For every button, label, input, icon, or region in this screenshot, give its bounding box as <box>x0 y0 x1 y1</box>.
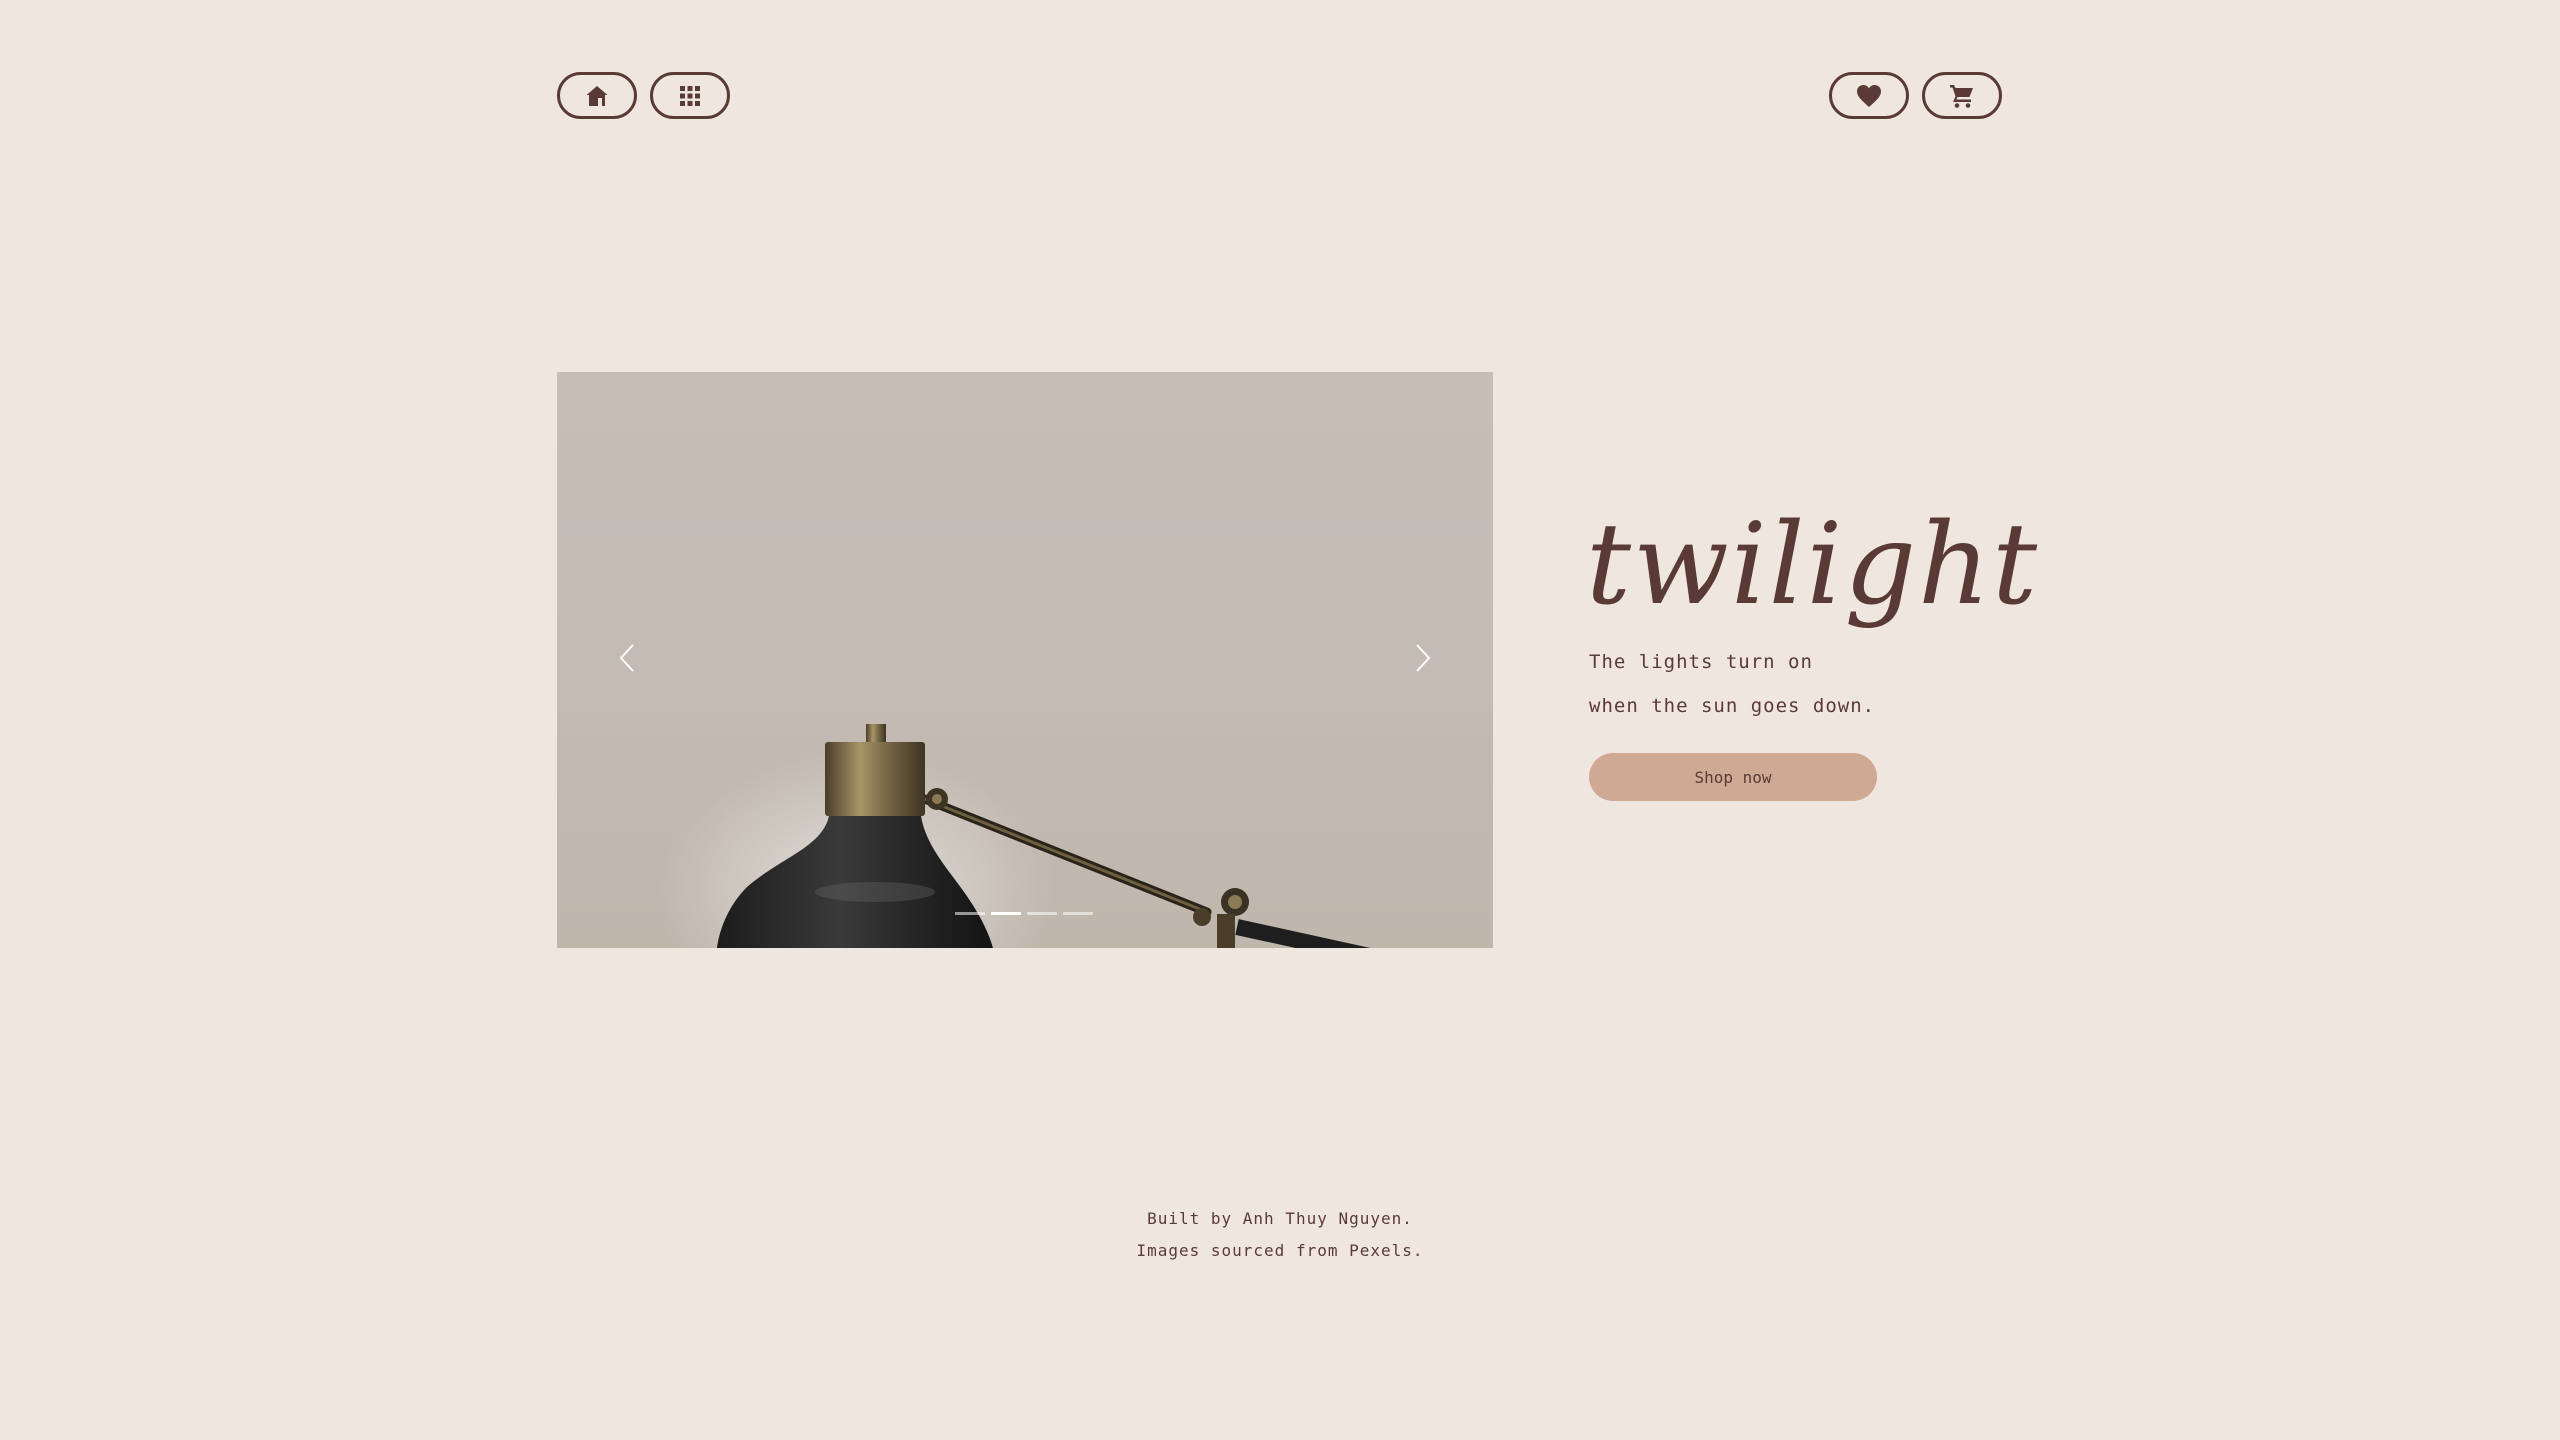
carousel-prev-button[interactable] <box>607 640 647 680</box>
hero-carousel <box>557 372 1493 948</box>
home-icon <box>585 84 609 108</box>
hero-title: twilight <box>1586 500 2040 630</box>
carousel-dot[interactable] <box>955 912 985 915</box>
carousel-indicators <box>955 912 1093 915</box>
favorites-button[interactable] <box>1829 72 1909 119</box>
categories-button[interactable] <box>650 72 730 119</box>
chevron-left-icon <box>617 642 637 678</box>
hero-tagline-line-2: when the sun goes down. <box>1589 695 1876 717</box>
home-button[interactable] <box>557 72 637 119</box>
hero-tagline-line-1: The lights turn on <box>1589 651 1813 673</box>
lamp-image <box>657 724 1371 948</box>
carousel-dot[interactable] <box>1027 912 1057 915</box>
carousel-dot[interactable] <box>1063 912 1093 915</box>
shop-now-button[interactable]: Shop now <box>1589 753 1877 801</box>
grid-icon <box>679 85 701 107</box>
carousel-dot[interactable] <box>991 912 1021 915</box>
cart-icon <box>1949 83 1975 109</box>
heart-icon <box>1856 84 1882 108</box>
carousel-next-button[interactable] <box>1403 640 1443 680</box>
cart-button[interactable] <box>1922 72 2002 119</box>
footer-image-source: Images sourced from Pexels. <box>1136 1241 1424 1260</box>
chevron-right-icon <box>1413 642 1433 678</box>
footer-credit: Built by Anh Thuy Nguyen. <box>1147 1209 1413 1228</box>
